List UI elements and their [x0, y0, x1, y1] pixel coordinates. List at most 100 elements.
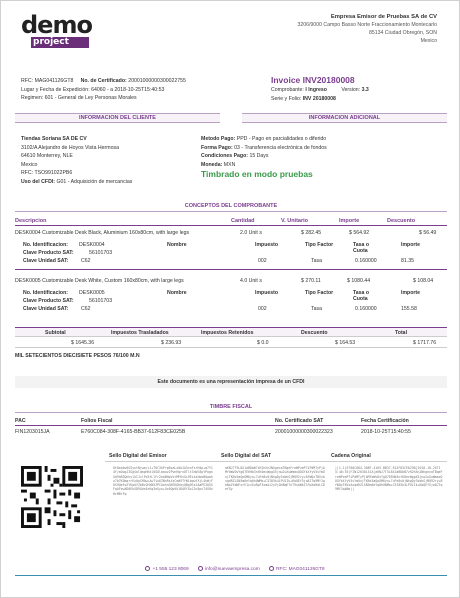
rfc-value: MAG041126GT8	[34, 78, 74, 84]
version-value: 3.3	[361, 87, 369, 93]
total-value: $ 1717.76	[413, 340, 437, 346]
descuento-header: Descuento	[301, 330, 328, 336]
moneda-label: Moneda:	[201, 161, 223, 168]
detail-clave-unidad-label: Clave Unidad SAT:	[23, 258, 69, 264]
folio-header: Folios Fiscal	[81, 418, 113, 424]
subtotal-header: Subtotal	[45, 330, 66, 336]
detail-clave-unidad-value: C62	[81, 258, 91, 264]
detail-importe-header: Importe	[401, 290, 421, 296]
serie-label: Serie y Folio:	[271, 95, 302, 102]
cert-sat-value: 20001000000300022323	[275, 429, 333, 435]
folio-value: E760C084-308F-4165-BB37-612F83CE025B	[81, 429, 186, 435]
detail-importe-header: Importe	[401, 242, 421, 248]
regimen-label: Regimen:	[21, 95, 44, 101]
detail-nombre-header: Nombre	[167, 290, 187, 296]
forma-label: Forma Pago:	[201, 144, 233, 151]
stamps-header-row: Sello Digital del Emisor Sello Digital d…	[105, 452, 447, 462]
page-footer: +1 555 123 8069 info@nuevaempresa.com RF…	[15, 565, 447, 576]
footer-bar	[15, 575, 447, 576]
tax-tipo-value: Tasa	[311, 258, 322, 264]
forma-value: 03 - Transferencia electrónica de fondos	[234, 144, 327, 151]
version-label: Version:	[341, 87, 361, 93]
company-logo: demo project	[21, 11, 93, 49]
fecha-value: 2018-10-25T15:40:55	[361, 429, 411, 435]
email-icon	[197, 566, 203, 572]
amount-in-words: MIL SETECIENTOS DIECISIETE PESOS 76/100 …	[15, 353, 140, 359]
tax-tasa-value: 0.160000	[355, 258, 377, 264]
detail-id-value: DESK0004	[79, 242, 105, 248]
serie-value: INV	[302, 95, 312, 102]
tax-impuesto-value: 002	[258, 306, 267, 312]
phone-icon	[145, 566, 151, 572]
fiscal-section-title: TIMBRE FISCAL	[15, 403, 447, 413]
invoice-block: Invoice INV20180008 Comprobante: I Ingre…	[271, 75, 369, 103]
rfc-label: RFC:	[21, 78, 34, 84]
condiciones-value: 15 Days	[249, 153, 269, 159]
item-descuento: $ 108.04	[413, 278, 434, 284]
item-description: DESK0005 Customizable Desk White, Custom…	[15, 278, 184, 284]
issuer-fiscal-block: RFC: MAG041126GT8 No. de Certificado: 20…	[21, 77, 186, 103]
descuento-value: $ 164.53	[335, 340, 356, 346]
comprobante-value: I Ingreso	[305, 87, 327, 93]
tax-tasa-value: 0.160000	[355, 306, 377, 312]
condiciones-label: Condiciones Pago:	[201, 153, 248, 159]
tax-impuesto-value: 002	[258, 258, 267, 264]
totals-header-row: Subtotal Impuestos Trasladados Impuestos…	[15, 327, 447, 337]
qr-code-image	[21, 466, 83, 528]
detail-nombre-header: Nombre	[167, 242, 187, 248]
detail-clave-prod-label: Clave Producto SAT:	[23, 298, 74, 304]
metodo-value: PPD - Pago en parcialidades o diferido	[236, 136, 327, 142]
cfdi-representation-note: Este documento es una representación imp…	[15, 376, 447, 388]
detail-clave-prod-label: Clave Producto SAT:	[23, 250, 74, 256]
footer-rfc: RFC: MAG041126GT8	[276, 567, 325, 572]
client-rfc-value: TSO991022PB6	[34, 170, 73, 176]
cert-value: 20001000000300022755	[128, 78, 186, 84]
detail-id-value: DESK0005	[79, 290, 105, 296]
issuer-address-line1: 3206/9000 Campo Basso Norte Fraccionamie…	[297, 22, 437, 28]
client-address-line1: 3102/A Alejandro de Hoyos Vista Hermosa	[21, 144, 119, 151]
metodo-label: Metodo Pago:	[201, 136, 236, 142]
col-importe: Importe	[339, 218, 360, 224]
detail-id-label: No. Identificacion:	[23, 242, 68, 248]
detail-id-label: No. Identificacion:	[23, 290, 68, 296]
detail-clave-prod-value: 56101703	[89, 298, 113, 304]
item-descuento: $ 56.49	[419, 230, 437, 236]
fiscal-header-row: PAC Folios Fiscal No. Certificado SAT Fe…	[15, 417, 447, 426]
subtotal-value: $ 1645.36	[71, 340, 95, 346]
moneda-value: MXN	[223, 161, 236, 168]
logo-text-demo: demo	[21, 11, 93, 39]
item-importe: $ 1080.44	[347, 278, 371, 284]
id-card-icon	[269, 566, 275, 572]
uso-label: Uso del CFDI:	[21, 178, 56, 185]
test-mode-label: Timbrado en modo pruebas	[201, 169, 313, 179]
cert-label: No. de Certificado:	[80, 78, 127, 84]
sello-sat-header: Sello Digital del SAT	[221, 453, 272, 459]
place-value: 64060 - a 2018-10-25T15:40:53	[91, 86, 165, 93]
client-section-title: INFORMACION DEL CLIENTE	[15, 113, 220, 123]
item-valor: $ 270.11	[301, 278, 321, 284]
item-description: DESK0004 Customizable Desk Black, Alumin…	[15, 230, 190, 236]
col-descuento: Descuento	[387, 218, 416, 224]
fecha-header: Fecha Certificación	[361, 418, 409, 424]
tax-tipo-value: Tasa	[311, 306, 322, 312]
item-cantidad: 4.0 Unit s	[240, 278, 262, 284]
trasladados-header: Impuestos Trasladados	[111, 330, 169, 336]
issuer-name: Empresa Emisor de Pruebas SA de CV	[330, 14, 437, 20]
client-name: Tiendas Soriana SA DE CV	[21, 136, 87, 142]
concepts-header-row: Descripcion Cantidad V. Unitario Importe…	[15, 216, 447, 226]
issuer-address-line2: 85134 Ciudad Obregón, SON	[368, 30, 437, 36]
detail-clave-unidad-value: C62	[81, 306, 91, 312]
retenidos-value: $ 0.0	[257, 340, 269, 346]
item-importe: $ 564.92	[349, 230, 370, 236]
tax-importe-value: 81.35	[401, 258, 414, 264]
issuer-info: Empresa Emisor de Pruebas SA de CV 3206/…	[297, 13, 437, 45]
pac-header: PAC	[15, 418, 26, 424]
item-cantidad: 2.0 Unit s	[240, 230, 262, 236]
regimen-value: 601 - General de Ley Personas Morales	[44, 95, 137, 101]
col-valor: V. Unitario	[281, 218, 308, 224]
additional-info: Metodo Pago: PPD - Pago en parcialidades…	[201, 135, 327, 180]
trasladados-value: $ 236.93	[161, 340, 182, 346]
tax-importe-value: 155.58	[401, 306, 417, 312]
sello-emisor-header: Sello Digital del Emisor	[109, 453, 167, 459]
sello-emisor-text: 0t8eobv6G5yxtNjwm/c1+T6C3kPrpBzaLxUbJk5x…	[113, 466, 213, 496]
